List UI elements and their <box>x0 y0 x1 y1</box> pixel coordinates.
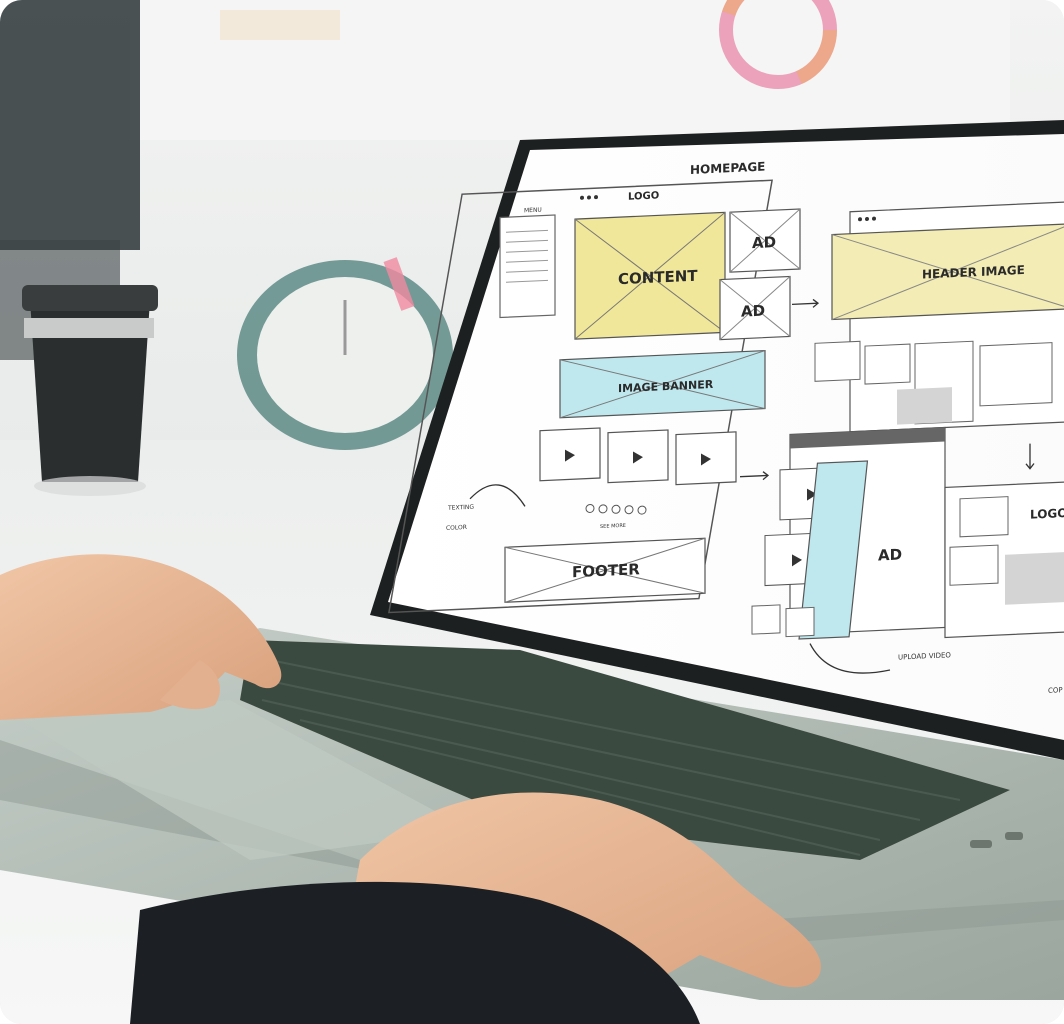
wf-ad2-label: AD <box>741 302 765 321</box>
wf-menu-label: MENU <box>524 207 542 215</box>
photo-scene: HOMEPAGE LOGO MENU CONTENT AD AD IMAGE B… <box>0 0 1064 1024</box>
wf-footer-label: FOOTER <box>572 560 640 581</box>
wf-copy-label: COP <box>1048 686 1063 695</box>
wf-see-more-label: SEE MORE <box>600 523 626 530</box>
wf-check-2: COLOR <box>446 524 467 532</box>
wf-logo-label: LOGO <box>628 190 659 202</box>
wf-content-label: CONTENT <box>618 267 698 289</box>
wf-logo-right-label: LOGO <box>1030 506 1064 522</box>
wf-ad-tall-label: AD <box>878 545 902 564</box>
photo: HOMEPAGE LOGO MENU CONTENT AD AD IMAGE B… <box>0 0 1064 1024</box>
wf-ad1-label: AD <box>752 233 776 252</box>
wf-check-1: TEXTING <box>447 504 474 512</box>
